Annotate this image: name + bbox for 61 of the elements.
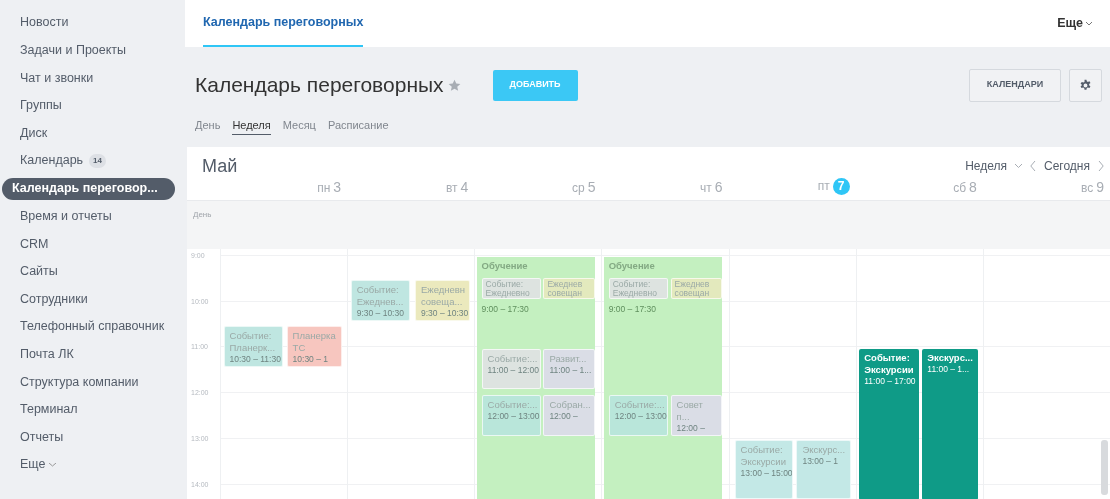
sidebar-item[interactable]: Время и отчеты: [12, 202, 175, 231]
more-menu[interactable]: Еще: [1057, 0, 1092, 47]
event[interactable]: Экскурс... 13:00 – 1: [796, 440, 851, 499]
settings-button[interactable]: [1069, 68, 1102, 102]
day-header: пт 7: [728, 177, 856, 200]
event[interactable]: Планерка ТС 10:30 – 1: [286, 325, 343, 367]
event[interactable]: Событие:... 12:00 – 13:00: [481, 394, 541, 436]
sidebar-item[interactable]: Сайты: [12, 257, 175, 286]
event[interactable]: Событие:... 11:00 – 12:00: [481, 349, 541, 390]
page-title: Календарь переговорных: [195, 72, 444, 99]
event[interactable]: Событие: Экскурсии 13:00 – 15:00: [734, 440, 793, 499]
event[interactable]: Собран... 12:00 –: [543, 394, 596, 436]
day-header: пн 3: [316, 178, 343, 197]
add-button[interactable]: ДОБАВИТЬ: [492, 69, 578, 101]
sidebar-item[interactable]: Группы: [12, 91, 175, 120]
view-tab[interactable]: Неделя: [232, 117, 271, 135]
day-header: сб 8: [952, 178, 978, 197]
sidebar-item[interactable]: Сотрудники: [12, 285, 175, 313]
next-icon[interactable]: [1098, 161, 1104, 171]
day-header: ср 5: [570, 178, 597, 197]
chevron-down-icon: [1015, 163, 1022, 169]
sidebar-item[interactable]: CRM: [12, 230, 175, 258]
scrollbar[interactable]: [1101, 440, 1108, 495]
sidebar-item[interactable]: Структура компании: [12, 368, 175, 396]
sidebar-item[interactable]: Календарь: [20, 151, 84, 171]
view-tab[interactable]: День: [195, 117, 221, 135]
event[interactable]: Событие:... 12:00 – 13:00: [608, 394, 668, 436]
view-select[interactable]: Неделя: [965, 157, 1007, 175]
sidebar-item[interactable]: Новости: [12, 9, 175, 37]
all-day-label: День: [193, 209, 212, 221]
sidebar-item[interactable]: Почта ЛК: [12, 340, 175, 369]
view-tab[interactable]: Расписание: [327, 117, 389, 135]
day-header: вт 4: [444, 178, 470, 197]
event[interactable]: Ежедневн совеща... 9:30 – 10:30: [415, 280, 471, 322]
month-label: Май: [202, 154, 238, 178]
sidebar-item[interactable]: Календарь переговор...: [2, 177, 175, 200]
sidebar-item[interactable]: Задачи и Проекты: [12, 36, 175, 65]
sidebar-item[interactable]: Телефонный справочник: [12, 312, 175, 341]
sidebar-item[interactable]: Терминал: [12, 395, 175, 424]
today-button[interactable]: Сегодня: [1044, 157, 1090, 175]
sidebar-item[interactable]: Еще: [20, 455, 46, 475]
day-header: чт 6: [699, 178, 724, 197]
event[interactable]: Ежеднев совещан: [543, 277, 596, 300]
event[interactable]: Совет п... 12:00 –: [670, 394, 723, 436]
settings-icon: [1079, 78, 1092, 92]
event[interactable]: Событие: Планерк... 10:30 – 11:30: [223, 325, 283, 367]
previous-icon[interactable]: [1030, 161, 1036, 171]
caret-icon: [1086, 21, 1092, 26]
star-icon[interactable]: [447, 78, 461, 92]
count-badge: 14: [89, 153, 106, 168]
event[interactable]: Событие: Экскурсии 11:00 – 17:00: [859, 349, 919, 499]
caret-icon: [49, 462, 57, 467]
calendars-button[interactable]: КАЛЕНДАРИ: [969, 68, 1061, 102]
day-header: вс 9: [1079, 178, 1105, 197]
sidebar-item[interactable]: Отчеты: [12, 423, 175, 451]
sidebar-item[interactable]: Чат и звонки: [12, 64, 175, 92]
event[interactable]: Развит... 11:00 – 1...: [543, 349, 596, 390]
sidebar-item[interactable]: Диск: [12, 119, 175, 147]
event[interactable]: Экскурс... 11:00 – 1...: [922, 349, 978, 499]
view-tab[interactable]: Месяц: [282, 117, 316, 135]
tab[interactable]: Календарь переговорных: [203, 0, 364, 47]
